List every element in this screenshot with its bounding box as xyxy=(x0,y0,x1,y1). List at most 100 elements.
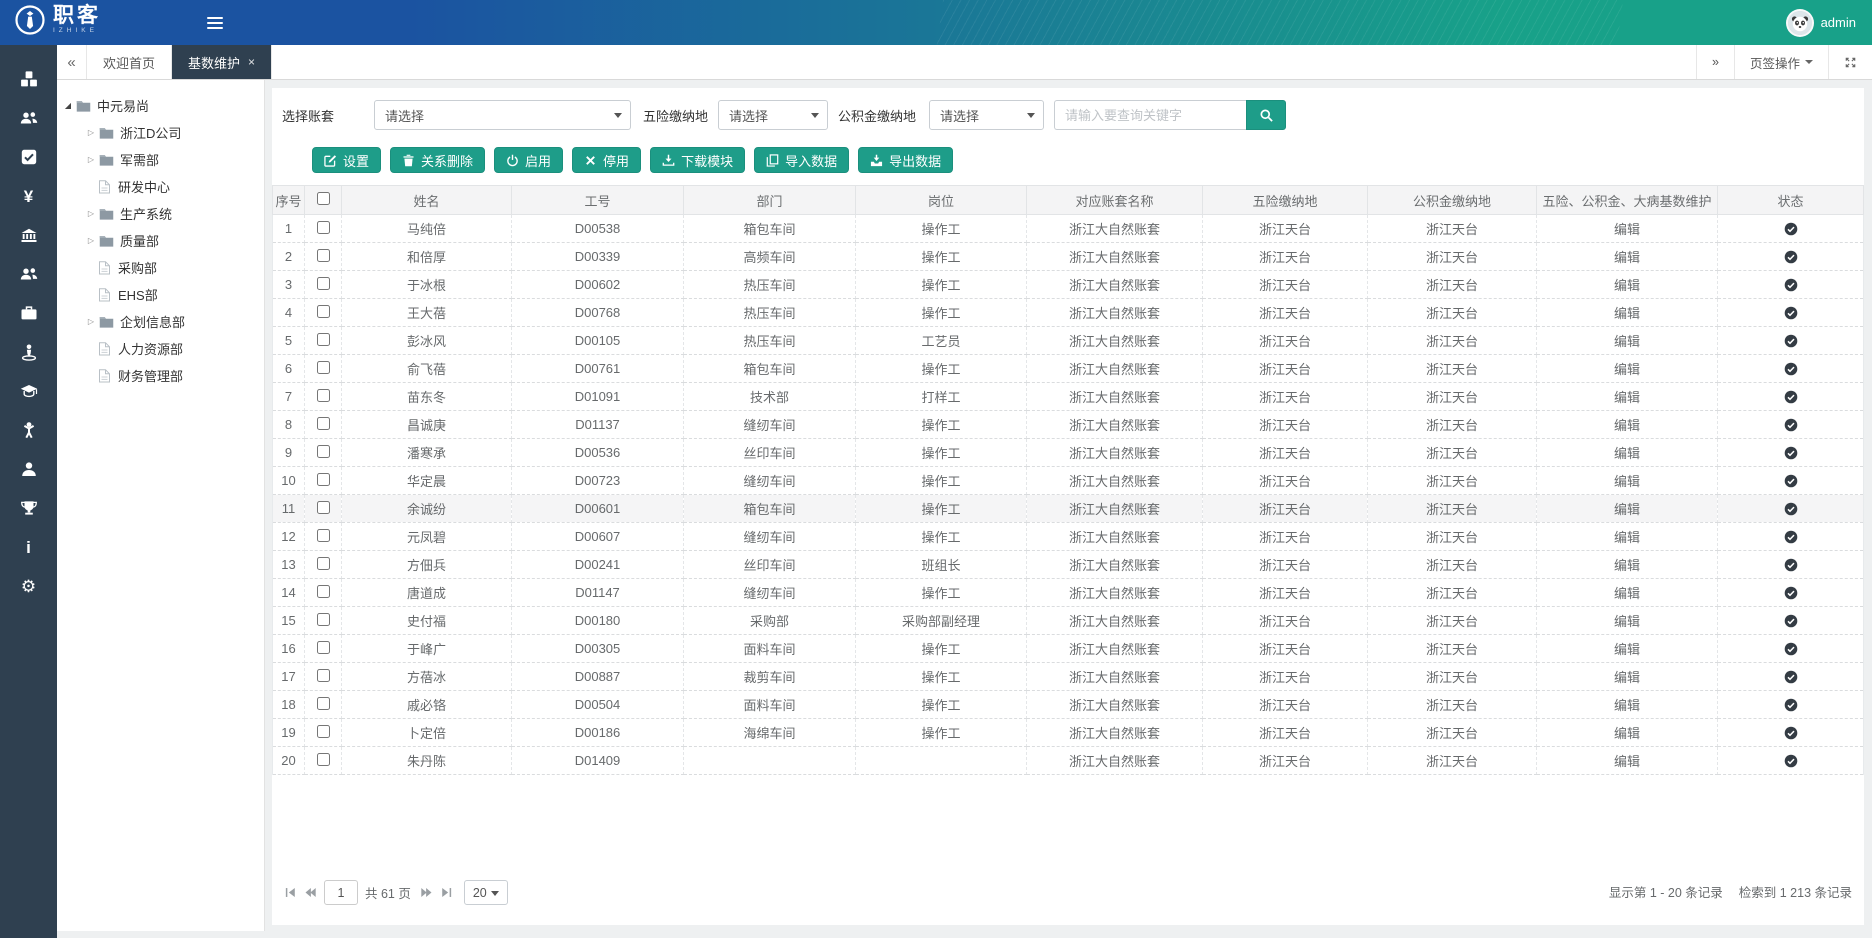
row-checkbox[interactable] xyxy=(317,669,330,682)
edit-link[interactable]: 编辑 xyxy=(1614,418,1640,433)
tree-node[interactable]: ▷生产系统 xyxy=(57,200,264,227)
table-row[interactable]: 4王大蓓D00768热压车间操作工浙江大自然账套浙江天台浙江天台编辑 xyxy=(273,299,1864,327)
caret-right-icon[interactable]: ▷ xyxy=(85,236,97,245)
edit-link[interactable]: 编辑 xyxy=(1614,306,1640,321)
edit-link[interactable]: 编辑 xyxy=(1614,642,1640,657)
table-row[interactable]: 7苗东冬D01091技术部打样工浙江大自然账套浙江天台浙江天台编辑 xyxy=(273,383,1864,411)
settings-button[interactable]: 设置 xyxy=(312,147,381,173)
page-size-select[interactable]: 20 xyxy=(464,880,508,905)
table-row[interactable]: 19卜定倍D00186海绵车间操作工浙江大自然账套浙江天台浙江天台编辑 xyxy=(273,719,1864,747)
import-data-button[interactable]: 导入数据 xyxy=(754,147,849,173)
row-checkbox[interactable] xyxy=(317,361,330,374)
settings-gears-icon[interactable]: ⚙ xyxy=(17,574,41,598)
page-number-input[interactable] xyxy=(324,880,358,905)
edit-link[interactable]: 编辑 xyxy=(1614,474,1640,489)
row-checkbox[interactable] xyxy=(317,697,330,710)
table-row[interactable]: 20朱丹陈D01409浙江大自然账套浙江天台浙江天台编辑 xyxy=(273,747,1864,775)
user-menu[interactable]: admin xyxy=(1786,0,1856,45)
row-checkbox[interactable] xyxy=(317,221,330,234)
edit-link[interactable]: 编辑 xyxy=(1614,698,1640,713)
salary-icon[interactable]: ¥ xyxy=(17,184,41,208)
fullscreen-icon[interactable] xyxy=(1828,45,1872,79)
edit-link[interactable]: 编辑 xyxy=(1614,502,1640,517)
table-row[interactable]: 14唐道成D01147缝纫车间操作工浙江大自然账套浙江天台浙江天台编辑 xyxy=(273,579,1864,607)
team-icon[interactable] xyxy=(17,262,41,286)
tree-node[interactable]: 人力资源部 xyxy=(57,335,264,362)
row-checkbox[interactable] xyxy=(317,613,330,626)
row-checkbox[interactable] xyxy=(317,753,330,766)
close-icon[interactable]: × xyxy=(248,55,255,69)
edit-link[interactable]: 编辑 xyxy=(1614,362,1640,377)
insurance-place-select[interactable]: 请选择 xyxy=(718,100,828,130)
edit-link[interactable]: 编辑 xyxy=(1614,614,1640,629)
user-icon[interactable] xyxy=(17,457,41,481)
tree-node[interactable]: 财务管理部 xyxy=(57,362,264,389)
edit-link[interactable]: 编辑 xyxy=(1614,334,1640,349)
tree-node[interactable]: EHS部 xyxy=(57,281,264,308)
street-view-icon[interactable] xyxy=(17,340,41,364)
tasks-icon[interactable] xyxy=(17,145,41,169)
table-row[interactable]: 18戚必铬D00504面料车间操作工浙江大自然账套浙江天台浙江天台编辑 xyxy=(273,691,1864,719)
table-row[interactable]: 13方佃兵D00241丝印车间班组长浙江大自然账套浙江天台浙江天台编辑 xyxy=(273,551,1864,579)
table-row[interactable]: 15史付福D00180采购部采购部副经理浙江大自然账套浙江天台浙江天台编辑 xyxy=(273,607,1864,635)
account-select[interactable]: 请选择 xyxy=(374,100,631,130)
relation-delete-button[interactable]: 关系删除 xyxy=(390,147,485,173)
row-checkbox[interactable] xyxy=(317,725,330,738)
menu-toggle-icon[interactable] xyxy=(200,0,230,45)
table-row[interactable]: 12元凤碧D00607缝纫车间操作工浙江大自然账套浙江天台浙江天台编辑 xyxy=(273,523,1864,551)
row-checkbox[interactable] xyxy=(317,389,330,402)
table-row[interactable]: 2和倍厚D00339高频车间操作工浙江大自然账套浙江天台浙江天台编辑 xyxy=(273,243,1864,271)
row-checkbox[interactable] xyxy=(317,277,330,290)
table-row[interactable]: 6俞飞蓓D00761箱包车间操作工浙江大自然账套浙江天台浙江天台编辑 xyxy=(273,355,1864,383)
tree-node[interactable]: ▷企划信息部 xyxy=(57,308,264,335)
table-row[interactable]: 3于冰根D00602热压车间操作工浙江大自然账套浙江天台浙江天台编辑 xyxy=(273,271,1864,299)
caret-open-icon[interactable]: ◢ xyxy=(62,101,74,110)
bank-icon[interactable] xyxy=(17,223,41,247)
disable-button[interactable]: 停用 xyxy=(572,147,641,173)
first-page-icon[interactable] xyxy=(284,886,297,899)
row-checkbox[interactable] xyxy=(317,333,330,346)
last-page-icon[interactable] xyxy=(440,886,453,899)
table-row[interactable]: 17方蓓冰D00887裁剪车间操作工浙江大自然账套浙江天台浙江天台编辑 xyxy=(273,663,1864,691)
fund-place-select[interactable]: 请选择 xyxy=(929,100,1044,130)
search-input[interactable] xyxy=(1054,100,1246,130)
table-row[interactable]: 1马纯倍D00538箱包车间操作工浙江大自然账套浙江天台浙江天台编辑 xyxy=(273,215,1864,243)
trophy-icon[interactable] xyxy=(17,496,41,520)
edit-link[interactable]: 编辑 xyxy=(1614,530,1640,545)
tab-base-maintenance[interactable]: 基数维护 × xyxy=(172,45,272,79)
table-row[interactable]: 8昌诚庚D01137缝纫车间操作工浙江大自然账套浙江天台浙江天台编辑 xyxy=(273,411,1864,439)
caret-right-icon[interactable]: ▷ xyxy=(85,128,97,137)
row-checkbox[interactable] xyxy=(317,473,330,486)
next-page-icon[interactable] xyxy=(420,886,433,899)
child-icon[interactable] xyxy=(17,418,41,442)
row-checkbox[interactable] xyxy=(317,641,330,654)
info-icon[interactable]: i xyxy=(17,535,41,559)
tree-node[interactable]: ▷浙江D公司 xyxy=(57,119,264,146)
caret-right-icon[interactable]: ▷ xyxy=(85,209,97,218)
row-checkbox[interactable] xyxy=(317,305,330,318)
tree-node[interactable]: 采购部 xyxy=(57,254,264,281)
row-checkbox[interactable] xyxy=(317,249,330,262)
table-row[interactable]: 11余诚纷D00601箱包车间操作工浙江大自然账套浙江天台浙江天台编辑 xyxy=(273,495,1864,523)
edit-link[interactable]: 编辑 xyxy=(1614,222,1640,237)
tree-node[interactable]: ▷军需部 xyxy=(57,146,264,173)
tabs-scroll-left-icon[interactable]: « xyxy=(57,45,87,79)
row-checkbox[interactable] xyxy=(317,529,330,542)
enable-button[interactable]: 启用 xyxy=(494,147,563,173)
edit-link[interactable]: 编辑 xyxy=(1614,726,1640,741)
table-row[interactable]: 9潘寒承D00536丝印车间操作工浙江大自然账套浙江天台浙江天台编辑 xyxy=(273,439,1864,467)
graduation-cap-icon[interactable] xyxy=(17,379,41,403)
edit-link[interactable]: 编辑 xyxy=(1614,446,1640,461)
table-row[interactable]: 5彭冰风D00105热压车间工艺员浙江大自然账套浙江天台浙江天台编辑 xyxy=(273,327,1864,355)
tree-node-root[interactable]: ◢ 中元易尚 xyxy=(57,92,264,119)
edit-link[interactable]: 编辑 xyxy=(1614,250,1640,265)
tab-ops-dropdown[interactable]: 页签操作 xyxy=(1734,45,1828,79)
briefcase-icon[interactable] xyxy=(17,301,41,325)
caret-right-icon[interactable]: ▷ xyxy=(85,317,97,326)
edit-link[interactable]: 编辑 xyxy=(1614,754,1640,769)
export-data-button[interactable]: 导出数据 xyxy=(858,147,953,173)
download-template-button[interactable]: 下载模块 xyxy=(650,147,745,173)
table-row[interactable]: 10华定晨D00723缝纫车间操作工浙江大自然账套浙江天台浙江天台编辑 xyxy=(273,467,1864,495)
org-users-icon[interactable] xyxy=(17,106,41,130)
edit-link[interactable]: 编辑 xyxy=(1614,278,1640,293)
